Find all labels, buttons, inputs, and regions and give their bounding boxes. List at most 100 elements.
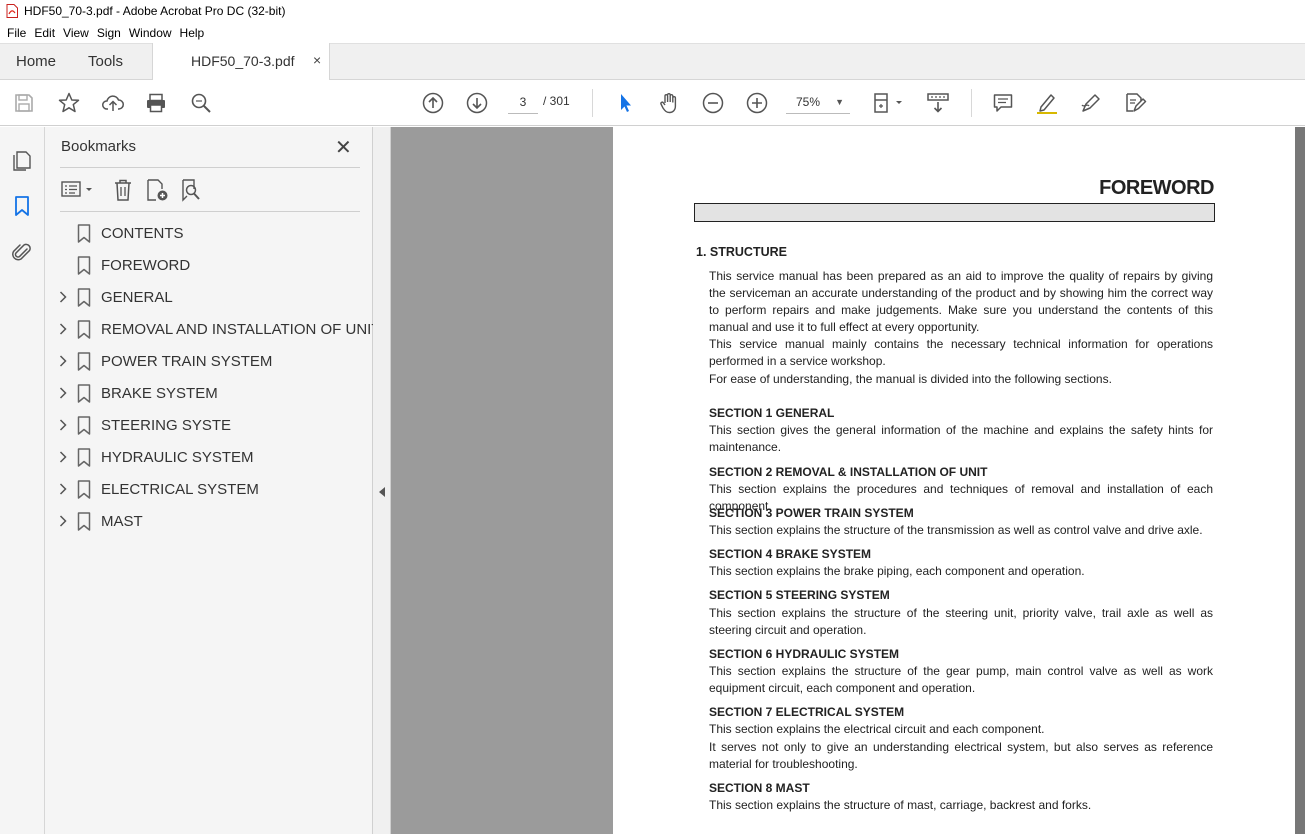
chevron-right-icon[interactable] [58,386,68,400]
bookmark-label: STEERING SYSTE [101,417,232,434]
section-text: This section gives the general informati… [709,423,1213,454]
scrolling-mode-icon[interactable] [926,91,950,115]
title-bar: HDF50_70-3.pdf - Adobe Acrobat Pro DC (3… [0,0,1305,22]
next-page-icon[interactable] [465,91,489,115]
section-title: SECTION 8 MAST [709,781,810,795]
collapse-panel-arrow-icon[interactable] [379,487,385,497]
bookmark-label: CONTENTS [101,225,184,242]
menu-help[interactable]: Help [180,26,205,40]
bookmark-item[interactable]: STEERING SYSTE [45,412,373,440]
chevron-right-icon[interactable] [58,418,68,432]
section-text: This section explains the structure of t… [709,523,1203,537]
bookmark-icon [77,448,91,467]
previous-page-icon[interactable] [421,91,445,115]
tab-home[interactable]: Home [16,53,56,70]
menu-window[interactable]: Window [129,26,172,40]
section-title: SECTION 6 HYDRAULIC SYSTEM [709,647,900,661]
pdf-file-icon [6,4,18,18]
bookmark-label: BRAKE SYSTEM [101,385,218,402]
menu-edit[interactable]: Edit [34,26,55,40]
find-icon[interactable] [189,91,213,115]
section-title: SECTION 3 POWER TRAIN SYSTEM [709,506,914,520]
bookmark-label: POWER TRAIN SYSTEM [101,353,273,370]
section-title: SECTION 4 BRAKE SYSTEM [709,547,872,561]
section-heading: 1. STRUCTURE [696,245,787,259]
find-bookmark-icon[interactable] [179,177,205,203]
select-cursor-icon[interactable] [613,91,637,115]
print-icon[interactable] [144,91,168,115]
zoom-out-icon[interactable] [701,91,725,115]
zoom-level-dropdown[interactable]: 75% ▼ [786,92,850,114]
section-text: This section explains the structure of m… [709,798,1092,812]
bookmark-icon [77,480,91,499]
star-icon[interactable] [57,91,81,115]
vertical-scrollbar[interactable] [1295,127,1305,834]
bookmark-item[interactable]: ELECTRICAL SYSTEM [45,476,373,504]
menu-bar: File Edit View Sign Window Help [0,22,1305,43]
hand-tool-icon[interactable] [657,91,681,115]
menu-view[interactable]: View [63,26,89,40]
bookmark-options-icon[interactable] [60,177,96,203]
chevron-right-icon[interactable] [58,290,68,304]
section-title: SECTION 5 STEERING SYSTEM [709,588,890,602]
section-text: This section explains the structure of t… [709,606,1213,637]
section-title: SECTION 2 REMOVAL & INSTALLATION OF UNIT [709,465,988,479]
close-tab-icon[interactable]: × [313,52,321,68]
highlight-pen-icon[interactable] [1035,91,1059,115]
chevron-down-icon: ▼ [835,97,844,107]
menu-file[interactable]: File [7,26,26,40]
bookmark-label: MAST [101,513,143,530]
bookmark-item[interactable]: BRAKE SYSTEM [45,380,373,408]
panel-divider [60,167,360,168]
section-text: This section explains the structure of t… [709,664,1213,695]
chevron-right-icon[interactable] [58,514,68,528]
bookmark-item[interactable]: GENERAL [45,284,373,312]
zoom-in-icon[interactable] [745,91,769,115]
bookmark-icon [77,320,91,339]
toolbar-divider [971,89,972,117]
fill-and-sign-icon[interactable] [1123,91,1147,115]
document-viewer[interactable]: FOREWORD 1. STRUCTURE This service manua… [391,127,1305,834]
page-title: FOREWORD [1099,177,1214,199]
attachments-paperclip-icon[interactable] [11,241,33,263]
tab-tools[interactable]: Tools [88,53,123,70]
page-number-input[interactable]: 3 [508,92,538,114]
comment-icon[interactable] [991,91,1015,115]
bookmark-label: REMOVAL AND INSTALLATION OF UNIT [101,321,381,338]
intro-paragraph: This service manual has been prepared as… [709,269,1213,334]
bookmark-item[interactable]: POWER TRAIN SYSTEM [45,348,373,376]
page-thumbnails-icon[interactable] [11,149,33,171]
menu-sign[interactable]: Sign [97,26,121,40]
zoom-level-value: 75% [796,95,821,109]
section-title: SECTION 7 ELECTRICAL SYSTEM [709,705,905,719]
draw-pen-icon[interactable] [1079,91,1103,115]
bookmark-icon [77,288,91,307]
window-title: HDF50_70-3.pdf - Adobe Acrobat Pro DC (3… [24,4,286,18]
upload-cloud-icon[interactable] [101,91,125,115]
document-tab-label: HDF50_70-3.pdf [191,53,295,69]
chevron-right-icon[interactable] [58,482,68,496]
chevron-right-icon[interactable] [58,322,68,336]
save-icon[interactable] [12,91,36,115]
intro-paragraph: This service manual mainly contains the … [709,337,1213,368]
chevron-right-icon[interactable] [58,354,68,368]
tab-document[interactable]: HDF50_70-3.pdf × [152,43,330,80]
bookmark-item[interactable]: CONTENTS [45,220,373,248]
panel-splitter[interactable] [373,127,391,834]
bookmarks-panel-icon[interactable] [11,195,33,217]
navigation-rail [0,127,45,834]
new-bookmark-icon[interactable] [144,177,170,203]
bookmark-item[interactable]: MAST [45,508,373,536]
section-text: This section explains the electrical cir… [709,722,1045,736]
bookmark-item[interactable]: REMOVAL AND INSTALLATION OF UNIT [45,316,381,344]
toolbar-divider [592,89,593,117]
chevron-right-icon[interactable] [58,450,68,464]
bookmark-icon [77,416,91,435]
close-panel-icon[interactable]: ✕ [335,135,352,160]
section-text: It serves not only to give an understand… [709,740,1213,771]
bookmark-label: FOREWORD [101,257,191,274]
page-fit-icon[interactable] [872,91,906,115]
delete-bookmark-icon[interactable] [110,177,136,203]
bookmark-item[interactable]: FOREWORD [45,252,373,280]
bookmark-item[interactable]: HYDRAULIC SYSTEM [45,444,373,472]
